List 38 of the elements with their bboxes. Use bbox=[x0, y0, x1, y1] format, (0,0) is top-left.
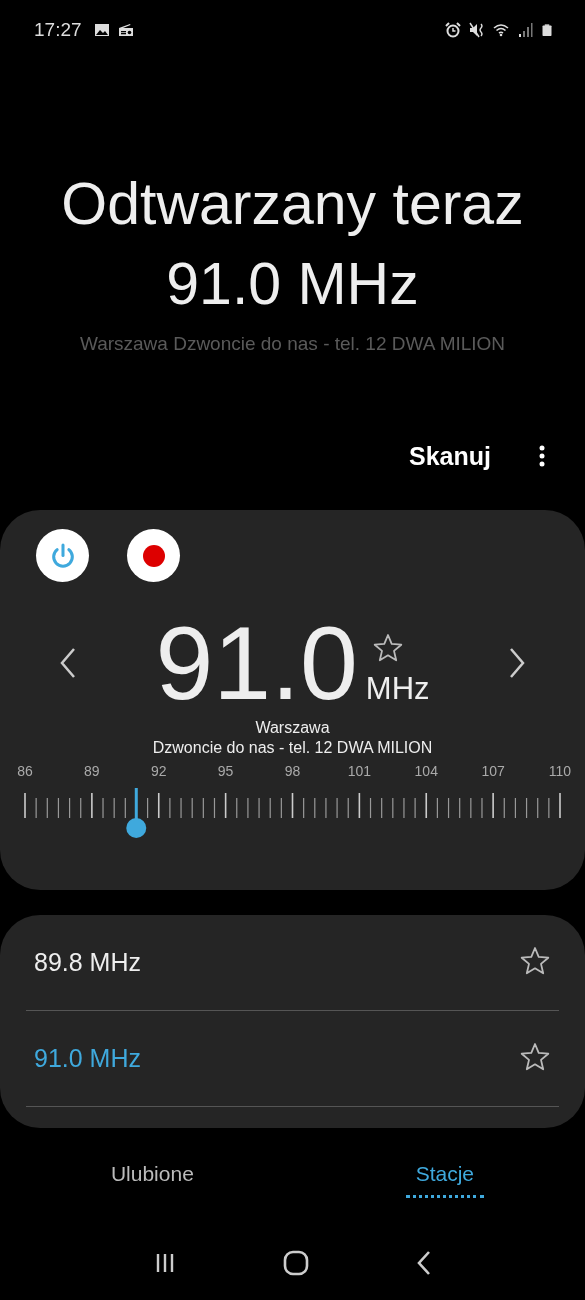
battery-icon bbox=[541, 22, 553, 39]
scan-button[interactable]: Skanuj bbox=[409, 441, 491, 471]
station-frequency[interactable]: 89.8 MHz bbox=[34, 947, 141, 977]
scale-label: 92 bbox=[150, 763, 167, 780]
scale-label: 86 bbox=[17, 763, 33, 780]
status-time: 17:27 bbox=[34, 19, 82, 42]
next-icon[interactable] bbox=[509, 647, 525, 680]
image-icon bbox=[93, 22, 110, 39]
tuner-frequency: 91.0 bbox=[155, 611, 358, 716]
radio-icon bbox=[117, 22, 134, 39]
station-frequency[interactable]: 91.0 MHz bbox=[34, 1043, 141, 1073]
unit-label: MHz bbox=[365, 671, 430, 708]
record-button[interactable] bbox=[127, 529, 180, 583]
mute-icon bbox=[469, 22, 485, 39]
scale-label: 104 bbox=[414, 763, 438, 780]
rds-text: Dzwoncie do nas - tel. 12 DWA MILION bbox=[151, 738, 434, 759]
scale-label: 107 bbox=[481, 763, 505, 780]
now-playing-title: Odtwarzany teraz bbox=[61, 169, 524, 239]
signal-icon bbox=[517, 22, 533, 39]
scale-label: 101 bbox=[347, 763, 372, 780]
previous-icon[interactable] bbox=[60, 647, 76, 680]
scale-label: 110 bbox=[548, 763, 572, 780]
tuning-needle[interactable] bbox=[126, 788, 147, 839]
more-options-icon[interactable] bbox=[539, 445, 545, 468]
station-name: Warszawa bbox=[254, 718, 331, 739]
back-icon[interactable] bbox=[415, 1249, 432, 1276]
scale-label: 95 bbox=[217, 763, 234, 780]
now-playing-frequency: 91.0 MHz bbox=[166, 249, 419, 319]
alarm-icon bbox=[445, 22, 461, 39]
station-info: Warszawa Dzwoncie do nas - tel. 12 DWA MILION bbox=[79, 332, 506, 355]
tab[interactable]: Ulubione bbox=[100, 1158, 204, 1199]
record-icon bbox=[141, 543, 166, 568]
power-button[interactable] bbox=[36, 529, 89, 583]
tab[interactable]: Stacje bbox=[405, 1158, 485, 1199]
scale-label: 89 bbox=[84, 763, 100, 780]
wifi-icon bbox=[493, 22, 509, 39]
scale-label: 98 bbox=[284, 763, 301, 780]
home-icon[interactable] bbox=[283, 1249, 310, 1276]
